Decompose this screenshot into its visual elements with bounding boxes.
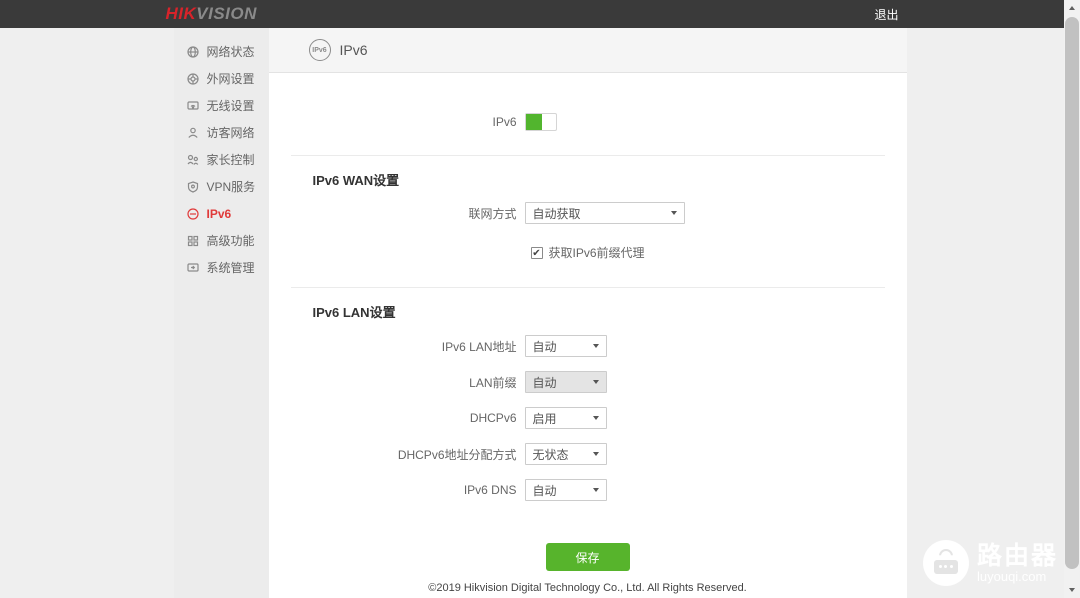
sidebar-item-label: 无线设置 xyxy=(207,97,255,114)
sidebar-item-wan-settings[interactable]: 外网设置 xyxy=(174,65,269,92)
ipv6-form: IPv6 IPv6 WAN设置 联网方式 自动获取 ✔ 获取IPv6前缀代理 I… xyxy=(269,73,907,598)
copyright-footer: ©2019 Hikvision Digital Technology Co., … xyxy=(269,582,907,594)
parental-control-icon xyxy=(187,153,200,166)
connect-mode-value: 自动获取 xyxy=(533,205,581,222)
lan-prefix-select[interactable]: 自动 xyxy=(525,371,607,393)
sidebar-item-label: 访客网络 xyxy=(207,124,255,141)
chevron-down-icon xyxy=(593,380,599,384)
chevron-down-icon xyxy=(671,211,677,215)
logout-link[interactable]: 退出 xyxy=(874,6,898,23)
main-content: IPv6 IPv6 IPv6 IPv6 WAN设置 联网方式 自动获取 ✔ 获取… xyxy=(269,28,907,598)
wan-settings-icon xyxy=(187,72,200,85)
ipv6-dns-row: IPv6 DNS 自动 xyxy=(269,479,907,501)
scroll-up-button[interactable] xyxy=(1064,0,1080,16)
lan-section-title: IPv6 LAN设置 xyxy=(269,288,907,321)
sidebar-item-guest-network[interactable]: 访客网络 xyxy=(174,119,269,146)
sidebar-item-label: 家长控制 xyxy=(207,151,255,168)
wireless-icon xyxy=(187,99,200,112)
vpn-icon xyxy=(187,180,200,193)
lan-prefix-row: LAN前缀 自动 xyxy=(269,371,907,393)
sidebar-item-label: IPv6 xyxy=(207,207,232,221)
prefix-delegation-label: 获取IPv6前缀代理 xyxy=(549,244,645,261)
vertical-scrollbar[interactable] xyxy=(1064,0,1080,598)
sidebar-item-label: VPN服务 xyxy=(207,178,256,195)
lan-address-label: IPv6 LAN地址 xyxy=(269,338,525,355)
router-logo-icon xyxy=(923,540,969,586)
watermark-title: 路由器 xyxy=(977,543,1058,569)
lan-prefix-value: 自动 xyxy=(533,374,557,391)
ipv6-icon xyxy=(187,207,200,220)
sidebar-item-advanced[interactable]: 高级功能 xyxy=(174,227,269,254)
ipv6-toggle-row: IPv6 xyxy=(269,113,907,131)
watermark: 路由器 luyouqi.com xyxy=(923,540,1058,586)
connect-mode-label: 联网方式 xyxy=(269,205,525,222)
dhcpv6-row: DHCPv6 启用 xyxy=(269,407,907,429)
dhcpv6-assign-select[interactable]: 无状态 xyxy=(525,443,607,465)
chevron-down-icon xyxy=(593,416,599,420)
lan-address-value: 自动 xyxy=(533,338,557,355)
sidebar-item-label: 网络状态 xyxy=(207,43,255,60)
ipv6-toggle-label: IPv6 xyxy=(269,115,525,129)
ipv6-badge-icon: IPv6 xyxy=(309,39,331,61)
sidebar-item-label: 系统管理 xyxy=(207,259,255,276)
guest-network-icon xyxy=(187,126,200,139)
sidebar-item-system[interactable]: 系统管理 xyxy=(174,254,269,281)
system-icon xyxy=(187,261,200,274)
dhcpv6-assign-value: 无状态 xyxy=(533,446,569,463)
globe-icon xyxy=(187,45,200,58)
wan-section-title: IPv6 WAN设置 xyxy=(269,156,907,189)
lan-address-row: IPv6 LAN地址 自动 xyxy=(269,335,907,357)
prefix-delegation-row: ✔ 获取IPv6前缀代理 xyxy=(269,244,907,261)
logo-hik: HIK xyxy=(166,4,197,23)
sidebar-item-label: 外网设置 xyxy=(207,70,255,87)
arrow-down-icon xyxy=(1069,588,1075,592)
dhcpv6-value: 启用 xyxy=(533,410,557,427)
page-header: IPv6 IPv6 xyxy=(269,28,907,73)
connect-mode-row: 联网方式 自动获取 xyxy=(269,202,907,224)
ipv6-dns-select[interactable]: 自动 xyxy=(525,479,607,501)
save-button[interactable]: 保存 xyxy=(546,543,630,571)
prefix-delegation-checkbox[interactable]: ✔ xyxy=(531,247,543,259)
chevron-down-icon xyxy=(593,452,599,456)
lan-prefix-label: LAN前缀 xyxy=(269,374,525,391)
sidebar-item-ipv6[interactable]: IPv6 xyxy=(174,200,269,227)
sidebar-item-label: 高级功能 xyxy=(207,232,255,249)
sidebar-item-network-status[interactable]: 网络状态 xyxy=(174,38,269,65)
hikvision-logo: HIKVISION xyxy=(166,0,257,28)
ipv6-dns-label: IPv6 DNS xyxy=(269,483,525,497)
ipv6-dns-value: 自动 xyxy=(533,482,557,499)
lan-address-select[interactable]: 自动 xyxy=(525,335,607,357)
watermark-domain: luyouqi.com xyxy=(977,569,1058,584)
sidebar-item-parental-control[interactable]: 家长控制 xyxy=(174,146,269,173)
chevron-down-icon xyxy=(593,488,599,492)
dhcpv6-select[interactable]: 启用 xyxy=(525,407,607,429)
page-title: IPv6 xyxy=(340,42,368,58)
topbar: HIKVISION 退出 xyxy=(0,0,1064,28)
arrow-up-icon xyxy=(1069,6,1075,10)
dhcpv6-label: DHCPv6 xyxy=(269,411,525,425)
chevron-down-icon xyxy=(593,344,599,348)
ipv6-toggle-switch[interactable] xyxy=(525,113,557,131)
sidebar: 网络状态 外网设置 无线设置 访客网络 家长控制 xyxy=(174,28,269,598)
advanced-icon xyxy=(187,234,200,247)
sidebar-item-wireless-settings[interactable]: 无线设置 xyxy=(174,92,269,119)
dhcpv6-assign-row: DHCPv6地址分配方式 无状态 xyxy=(269,443,907,465)
logo-vision: VISION xyxy=(196,4,257,23)
scrollbar-thumb[interactable] xyxy=(1065,17,1079,569)
connect-mode-select[interactable]: 自动获取 xyxy=(525,202,685,224)
scroll-down-button[interactable] xyxy=(1064,582,1080,598)
dhcpv6-assign-label: DHCPv6地址分配方式 xyxy=(269,446,525,463)
sidebar-item-vpn-service[interactable]: VPN服务 xyxy=(174,173,269,200)
